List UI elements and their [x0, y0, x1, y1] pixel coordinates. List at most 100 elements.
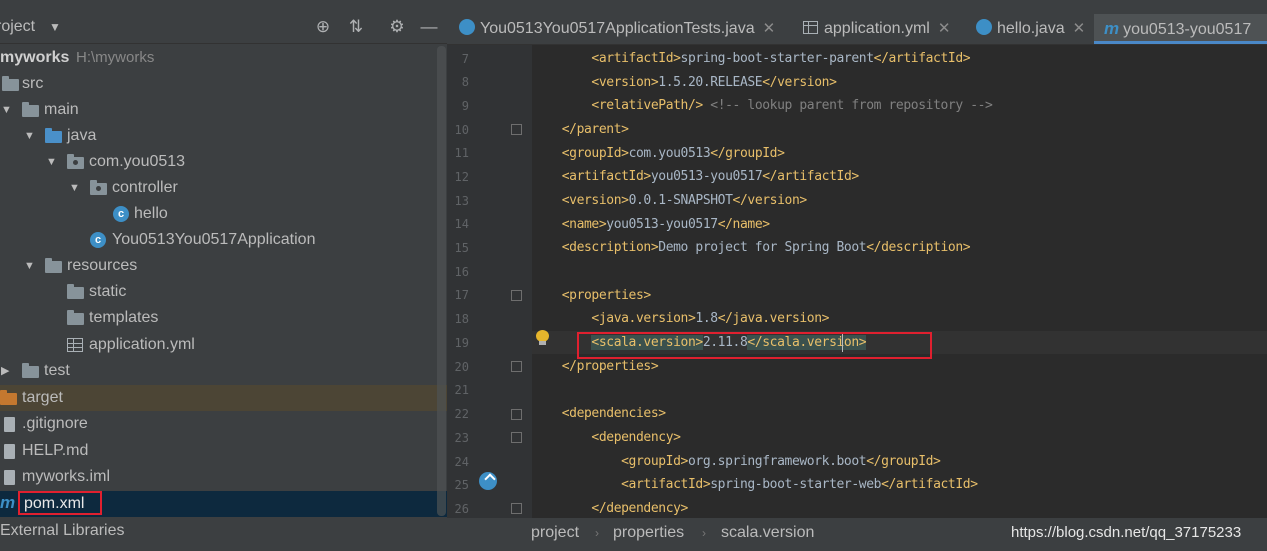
tree-item-target[interactable]: target: [0, 385, 447, 411]
tree-item-hello[interactable]: c hello: [0, 201, 435, 227]
tree-item-help-md[interactable]: HELP.md: [0, 438, 435, 464]
chevron-down-icon[interactable]: ▼: [1, 97, 12, 123]
tree-item-label: You0513You0517Application: [112, 231, 316, 248]
tab-application-tests[interactable]: You0513You0517ApplicationTests.java ✕: [459, 14, 775, 44]
lightbulb-icon[interactable]: [535, 330, 549, 346]
close-icon[interactable]: ✕: [1073, 20, 1086, 37]
ide-window: roject ▼ ⊕ ⇅ ⚙ — myworks H:\myworks src …: [0, 0, 1267, 551]
tree-item-label: main: [44, 101, 79, 118]
tree-item-label: application.yml: [89, 336, 195, 353]
fold-marker[interactable]: [511, 290, 522, 301]
tree-item-main[interactable]: ▼ main: [0, 97, 435, 123]
line-number: 18: [454, 312, 469, 326]
tree-item-label: HELP.md: [22, 442, 89, 459]
code-line-23: <dependency>: [591, 430, 681, 445]
tree-item-label: static: [89, 283, 127, 300]
code-line-24: <groupId>org.springframework.boot</group…: [621, 454, 941, 469]
yaml-icon: [67, 338, 83, 352]
chevron-right-icon[interactable]: ▶: [1, 358, 9, 384]
code-line-12: <artifactId>you0513-you0517</artifactId>: [561, 169, 859, 184]
code-line-22: <dependencies>: [561, 406, 666, 421]
fold-marker[interactable]: [511, 432, 522, 443]
file-icon: [4, 417, 15, 432]
collapse-icon[interactable]: ⇅: [345, 16, 367, 38]
tree-item-label: .gitignore: [22, 415, 88, 432]
tree-item-controller[interactable]: ▼ controller: [0, 175, 435, 201]
package-icon: [90, 180, 107, 195]
tree-item-gitignore[interactable]: .gitignore: [0, 411, 435, 437]
tree-item-templates[interactable]: templates: [0, 305, 435, 331]
line-number: 19: [454, 336, 469, 350]
tab-label: You0513You0517ApplicationTests.java: [480, 20, 755, 37]
tree-item-application-yml[interactable]: application.yml: [0, 332, 435, 358]
tree-item-src[interactable]: src: [0, 71, 435, 97]
line-number: 10: [454, 123, 469, 137]
chevron-down-icon[interactable]: ▼: [24, 253, 35, 279]
breadcrumb-item[interactable]: properties: [613, 518, 684, 548]
line-number: 8: [461, 75, 469, 89]
line-number: 21: [454, 383, 469, 397]
line-number: 23: [454, 431, 469, 445]
tree-item-myworks[interactable]: myworks H:\myworks: [0, 45, 435, 71]
chevron-right-icon: ›: [702, 526, 706, 540]
yaml-icon: [803, 21, 818, 34]
line-number: 26: [454, 502, 469, 516]
target-icon[interactable]: ⊕: [312, 16, 334, 38]
breadcrumb-item[interactable]: project: [531, 518, 579, 548]
tab-pom[interactable]: m you0513-you0517: [1094, 14, 1267, 44]
close-icon[interactable]: ✕: [763, 20, 776, 37]
project-panel-title[interactable]: roject: [0, 18, 35, 36]
editor-gutter: 7 8 9 10 11 12 13 14 15 16 17 18 19 20 2…: [447, 45, 532, 518]
tree-item-label: target: [22, 389, 63, 406]
tree-item-package[interactable]: ▼ com.you0513: [0, 149, 435, 175]
tree-item-label: src: [22, 75, 44, 92]
line-number: 20: [454, 360, 469, 374]
tree-item-test[interactable]: ▶ test: [0, 358, 435, 384]
code-line-13: <version>0.0.1-SNAPSHOT</version>: [561, 193, 808, 208]
line-number: 25: [454, 478, 469, 492]
fold-marker[interactable]: [511, 124, 522, 135]
folder-icon: [0, 390, 17, 405]
breadcrumb: project › properties › scala.version htt…: [447, 518, 1267, 551]
tab-application-yml[interactable]: application.yml ✕: [803, 14, 950, 44]
fold-marker[interactable]: [511, 503, 522, 514]
navigate-icon[interactable]: [479, 472, 497, 490]
tree-item-label: myworks: [0, 49, 70, 66]
tree-item-java[interactable]: ▼ java: [0, 123, 435, 149]
code-line-10: </parent>: [561, 122, 629, 137]
fold-marker[interactable]: [511, 409, 522, 420]
highlight-box-pom: [18, 491, 102, 515]
chevron-down-icon[interactable]: ▼: [69, 175, 80, 201]
code-line-17: <properties>: [561, 288, 652, 303]
class-icon: [459, 19, 475, 35]
line-number: 16: [454, 265, 469, 279]
line-number: 13: [454, 194, 469, 208]
code-editor[interactable]: <artifactId>spring-boot-starter-parent</…: [532, 45, 1267, 518]
chevron-down-icon[interactable]: ▼: [46, 149, 57, 175]
package-icon: [67, 154, 84, 169]
folder-icon: [22, 102, 39, 117]
line-number: 9: [461, 99, 469, 113]
tree-item-external-libraries[interactable]: External Libraries: [0, 518, 447, 544]
file-icon: [4, 470, 15, 485]
tree-item-myworks-iml[interactable]: myworks.iml: [0, 464, 435, 490]
project-scrollbar[interactable]: [437, 46, 446, 516]
folder-icon: [45, 128, 62, 143]
breadcrumb-item[interactable]: scala.version: [721, 518, 814, 548]
tab-hello-java[interactable]: hello.java ✕: [976, 14, 1085, 44]
line-number: 24: [454, 455, 469, 469]
minimize-icon[interactable]: —: [418, 16, 440, 38]
close-icon[interactable]: ✕: [938, 20, 951, 37]
tree-item-resources[interactable]: ▼ resources: [0, 253, 435, 279]
tree-item-application[interactable]: c You0513You0517Application: [0, 227, 435, 253]
fold-marker[interactable]: [511, 361, 522, 372]
tree-item-label: resources: [67, 257, 138, 274]
gear-icon[interactable]: ⚙: [386, 16, 408, 38]
chevron-down-icon[interactable]: ▼: [24, 123, 35, 149]
chevron-down-icon[interactable]: ▼: [49, 20, 61, 34]
tree-item-label: myworks.iml: [22, 468, 110, 485]
watermark: https://blog.csdn.net/qq_37175233: [1011, 524, 1242, 541]
code-line-14: <name>you0513-you0517</name>: [561, 217, 770, 232]
tree-item-static[interactable]: static: [0, 279, 435, 305]
tree-item-label: test: [44, 362, 70, 379]
